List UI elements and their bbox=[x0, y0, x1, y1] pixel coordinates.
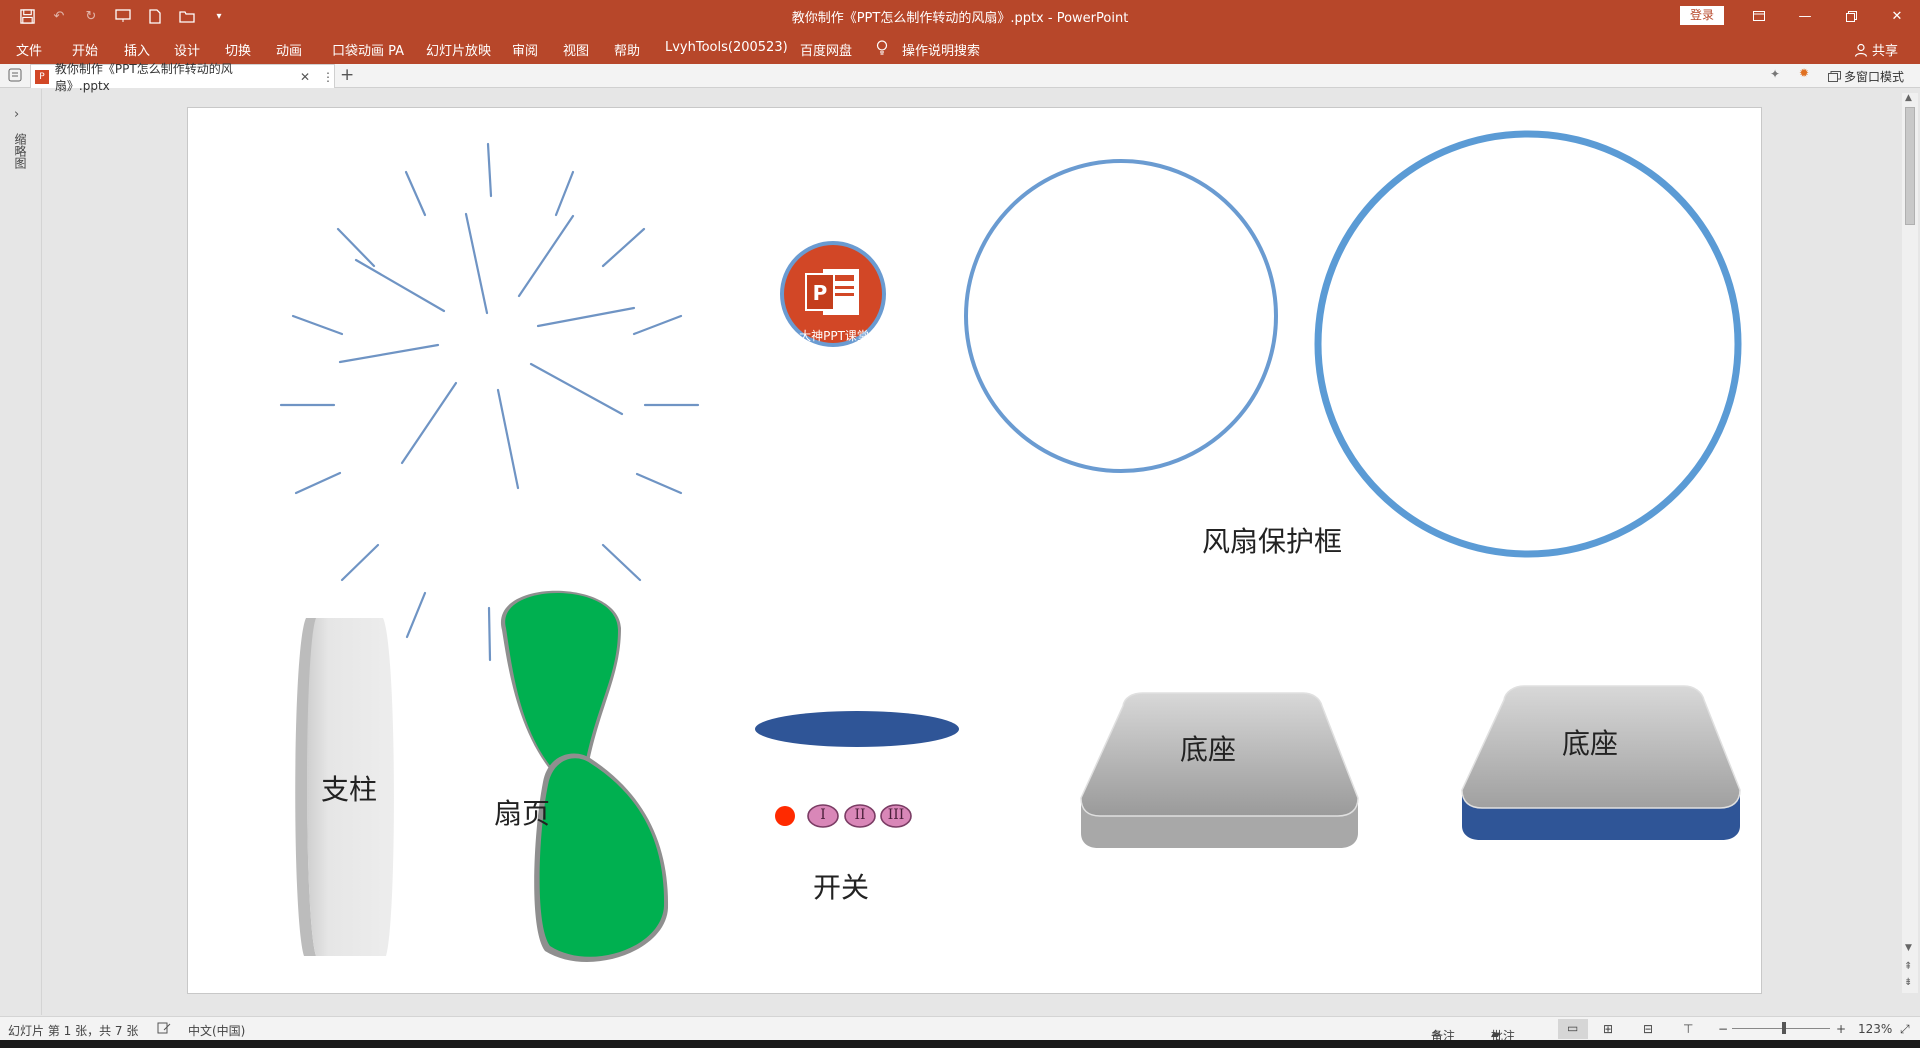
tab-insert[interactable]: 插入 bbox=[124, 40, 150, 59]
new-tab-icon[interactable]: + bbox=[340, 65, 354, 85]
expand-chevron-icon[interactable]: › bbox=[14, 107, 19, 122]
restore-icon[interactable] bbox=[1828, 0, 1874, 32]
zoom-in-icon[interactable]: + bbox=[1836, 1022, 1846, 1036]
document-tab[interactable]: P 教你制作《PPT怎么制作转动的风扇》.pptx ✕ ⋮ bbox=[30, 62, 335, 93]
thumbnail-pane-collapsed: › 缩略图 bbox=[0, 89, 42, 1015]
label-blade[interactable]: 扇页 bbox=[494, 792, 550, 832]
tab-slideshow[interactable]: 幻灯片放映 bbox=[426, 40, 491, 59]
logo-caption: 大神PPT课堂 bbox=[799, 329, 869, 343]
zoom-out-icon[interactable]: − bbox=[1718, 1022, 1728, 1036]
fit-slide-icon[interactable]: ⤢ bbox=[1900, 1022, 1910, 1037]
normal-view-glyph: ▭ bbox=[1567, 1021, 1579, 1035]
fan-blade-shape[interactable] bbox=[500, 590, 669, 962]
close-icon[interactable]: ✕ bbox=[1874, 0, 1920, 32]
document-tab-bar: P 教你制作《PPT怎么制作转动的风扇》.pptx ✕ ⋮ + ✦ ✹ 多窗口模… bbox=[0, 62, 1920, 93]
share-label: 共享 bbox=[1871, 44, 1898, 59]
user-icon bbox=[1854, 43, 1868, 57]
previous-slide-icon[interactable]: ⇞ bbox=[1904, 961, 1912, 972]
slide-count[interactable]: 幻灯片 第 1 张，共 7 张 bbox=[8, 1022, 138, 1039]
switch-power-dot[interactable] bbox=[775, 806, 795, 826]
language-indicator[interactable]: 中文(中国) bbox=[188, 1022, 245, 1039]
sunburst-lines[interactable] bbox=[279, 142, 700, 662]
minimize-icon[interactable]: — bbox=[1782, 0, 1828, 32]
tab-review[interactable]: 审阅 bbox=[512, 40, 538, 59]
tab-view[interactable]: 视图 bbox=[563, 40, 589, 59]
fan-guard-small-circle[interactable] bbox=[964, 159, 1278, 473]
tab-home[interactable]: 开始 bbox=[72, 40, 98, 59]
scroll-up-icon[interactable]: ▲ bbox=[1905, 93, 1912, 103]
login-button[interactable]: 登录 bbox=[1680, 6, 1724, 25]
svg-text:P: P bbox=[813, 281, 828, 305]
spellcheck-icon[interactable] bbox=[157, 1022, 171, 1037]
pin-icon[interactable]: ✦ bbox=[1770, 67, 1780, 81]
switch-button-1-label: I bbox=[820, 807, 826, 823]
switch-button-2-label: II bbox=[854, 807, 866, 823]
share-button[interactable]: 共享 bbox=[1854, 40, 1898, 59]
tab-design[interactable]: 设计 bbox=[174, 40, 200, 59]
tab-animations[interactable]: 动画 bbox=[276, 40, 302, 59]
zoom-level[interactable]: 123% bbox=[1858, 1022, 1892, 1036]
status-bar: 幻灯片 第 1 张，共 7 张 中文(中国) ≐ 备注 ▰ 批注 ▭ ⊞ ⊟ ⊤… bbox=[0, 1016, 1920, 1043]
thumbnail-pane-label[interactable]: 缩略图 bbox=[12, 133, 29, 169]
fan-guard-large-circle[interactable] bbox=[1314, 130, 1742, 558]
switch-button-3-label: III bbox=[887, 807, 905, 823]
window-controls: — ✕ bbox=[1736, 0, 1920, 32]
window-icon bbox=[1828, 71, 1841, 82]
ribbon-tabs: 文件 开始 插入 设计 切换 动画 口袋动画 PA 幻灯片放映 审阅 视图 帮助… bbox=[0, 32, 1920, 64]
label-pole[interactable]: 支柱 bbox=[321, 768, 377, 808]
tab-file[interactable]: 文件 bbox=[16, 40, 42, 59]
reading-view-icon[interactable]: ⊟ bbox=[1643, 1022, 1653, 1036]
slide-sorter-view-icon[interactable]: ⊞ bbox=[1603, 1022, 1613, 1036]
label-base-1[interactable]: 底座 bbox=[1180, 728, 1236, 768]
tab-transitions[interactable]: 切换 bbox=[225, 40, 251, 59]
lightbulb-icon bbox=[876, 40, 888, 59]
label-base-2[interactable]: 底座 bbox=[1562, 722, 1618, 762]
label-switch[interactable]: 开关 bbox=[813, 866, 869, 906]
close-tab-icon[interactable]: ✕ bbox=[300, 70, 310, 84]
scroll-thumb[interactable] bbox=[1905, 107, 1915, 225]
tab-list-icon[interactable] bbox=[8, 68, 22, 85]
multi-window-button[interactable]: 多窗口模式 bbox=[1828, 68, 1904, 85]
multi-window-label: 多窗口模式 bbox=[1844, 70, 1905, 84]
document-tab-name: 教你制作《PPT怎么制作转动的风扇》.pptx bbox=[54, 61, 233, 93]
zoom-slider-track[interactable] bbox=[1732, 1028, 1830, 1029]
tab-lvyhtools[interactable]: LvyhTools(200523) bbox=[665, 40, 788, 55]
base-shape-gray[interactable] bbox=[1080, 692, 1359, 848]
tab-help[interactable]: 帮助 bbox=[614, 40, 640, 59]
slideshow-view-icon[interactable]: ⊤ bbox=[1683, 1022, 1693, 1036]
powerpoint-file-icon: P bbox=[35, 69, 49, 84]
switch-base-ellipse[interactable] bbox=[755, 711, 959, 747]
tell-me-search[interactable]: 操作说明搜索 bbox=[902, 40, 980, 59]
tab-pocket-animation[interactable]: 口袋动画 PA bbox=[332, 40, 404, 59]
window-title: 教你制作《PPT怎么制作转动的风扇》.pptx - PowerPoint bbox=[791, 11, 1129, 26]
slide-canvas[interactable]: P 大神PPT课堂 风扇保护框 支柱 扇页 开关 底座 底座 I II III bbox=[187, 107, 1762, 994]
vertical-scrollbar[interactable]: ▲ ▼ ⇞ ⇟ bbox=[1902, 93, 1918, 993]
title-bar: ↶ ↻ ▾ 教你制作《PPT怎么制作转动的风扇》.pptx - PowerPoi… bbox=[0, 0, 1920, 32]
next-slide-icon[interactable]: ⇟ bbox=[1904, 977, 1912, 988]
taskbar-strip bbox=[0, 1040, 1920, 1048]
scroll-down-icon[interactable]: ▼ bbox=[1905, 943, 1912, 953]
label-fan-guard[interactable]: 风扇保护框 bbox=[1202, 520, 1342, 560]
more-options-icon[interactable]: ⋮ bbox=[322, 70, 334, 84]
settings-gear-icon[interactable]: ✹ bbox=[1799, 66, 1809, 80]
zoom-slider-thumb[interactable] bbox=[1782, 1022, 1786, 1034]
slide-graphics: P bbox=[279, 130, 1742, 962]
ribbon-display-options-icon[interactable] bbox=[1736, 0, 1782, 32]
base-shape-blue[interactable] bbox=[1461, 685, 1741, 840]
tab-baidu-netdisk[interactable]: 百度网盘 bbox=[800, 40, 852, 59]
